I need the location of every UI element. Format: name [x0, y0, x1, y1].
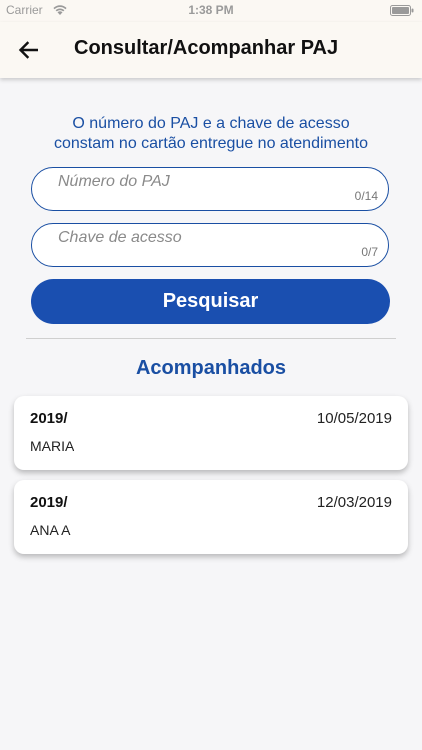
- card-paj-code: 2019/: [30, 410, 68, 427]
- access-key-input[interactable]: [56, 226, 360, 250]
- paj-number-input[interactable]: [56, 170, 360, 194]
- battery-icon: [390, 5, 414, 16]
- app-header: Consultar/Acompanhar PAJ: [0, 22, 422, 78]
- info-line-1: O número do PAJ e a chave de acesso: [72, 115, 350, 132]
- section-title: Acompanhados: [135, 357, 287, 379]
- access-key-field[interactable]: 0/7: [31, 223, 389, 267]
- paj-number-field[interactable]: 0/14: [31, 167, 389, 211]
- tracked-paj-card[interactable]: 2019/ 12/03/2019 ANA A: [14, 480, 408, 554]
- divider: [26, 338, 396, 339]
- status-time: 1:38 PM: [188, 3, 234, 17]
- access-key-counter: 0/7: [361, 245, 378, 259]
- info-line-2: constam no cartão entregue no atendiment…: [54, 135, 368, 152]
- card-date: 10/05/2019: [316, 410, 392, 427]
- card-name: ANA A: [30, 522, 71, 538]
- paj-number-counter: 0/14: [354, 189, 378, 203]
- card-paj-code: 2019/: [30, 494, 68, 511]
- tracked-paj-card[interactable]: 2019/ 10/05/2019 MARIA: [14, 396, 408, 470]
- status-bar: Carrier 1:38 PM: [0, 0, 422, 22]
- page-title: Consultar/Acompanhar PAJ: [74, 37, 339, 59]
- info-text: O número do PAJ e a chave de acesso cons…: [20, 114, 402, 154]
- card-date: 12/03/2019: [316, 494, 392, 511]
- screen: Carrier 1:38 PM Consultar/Acompanhar PAJ…: [0, 0, 422, 750]
- back-button[interactable]: [12, 34, 44, 66]
- arrow-left-icon: [18, 41, 38, 59]
- search-button[interactable]: Pesquisar: [31, 279, 390, 324]
- card-name: MARIA: [30, 438, 74, 454]
